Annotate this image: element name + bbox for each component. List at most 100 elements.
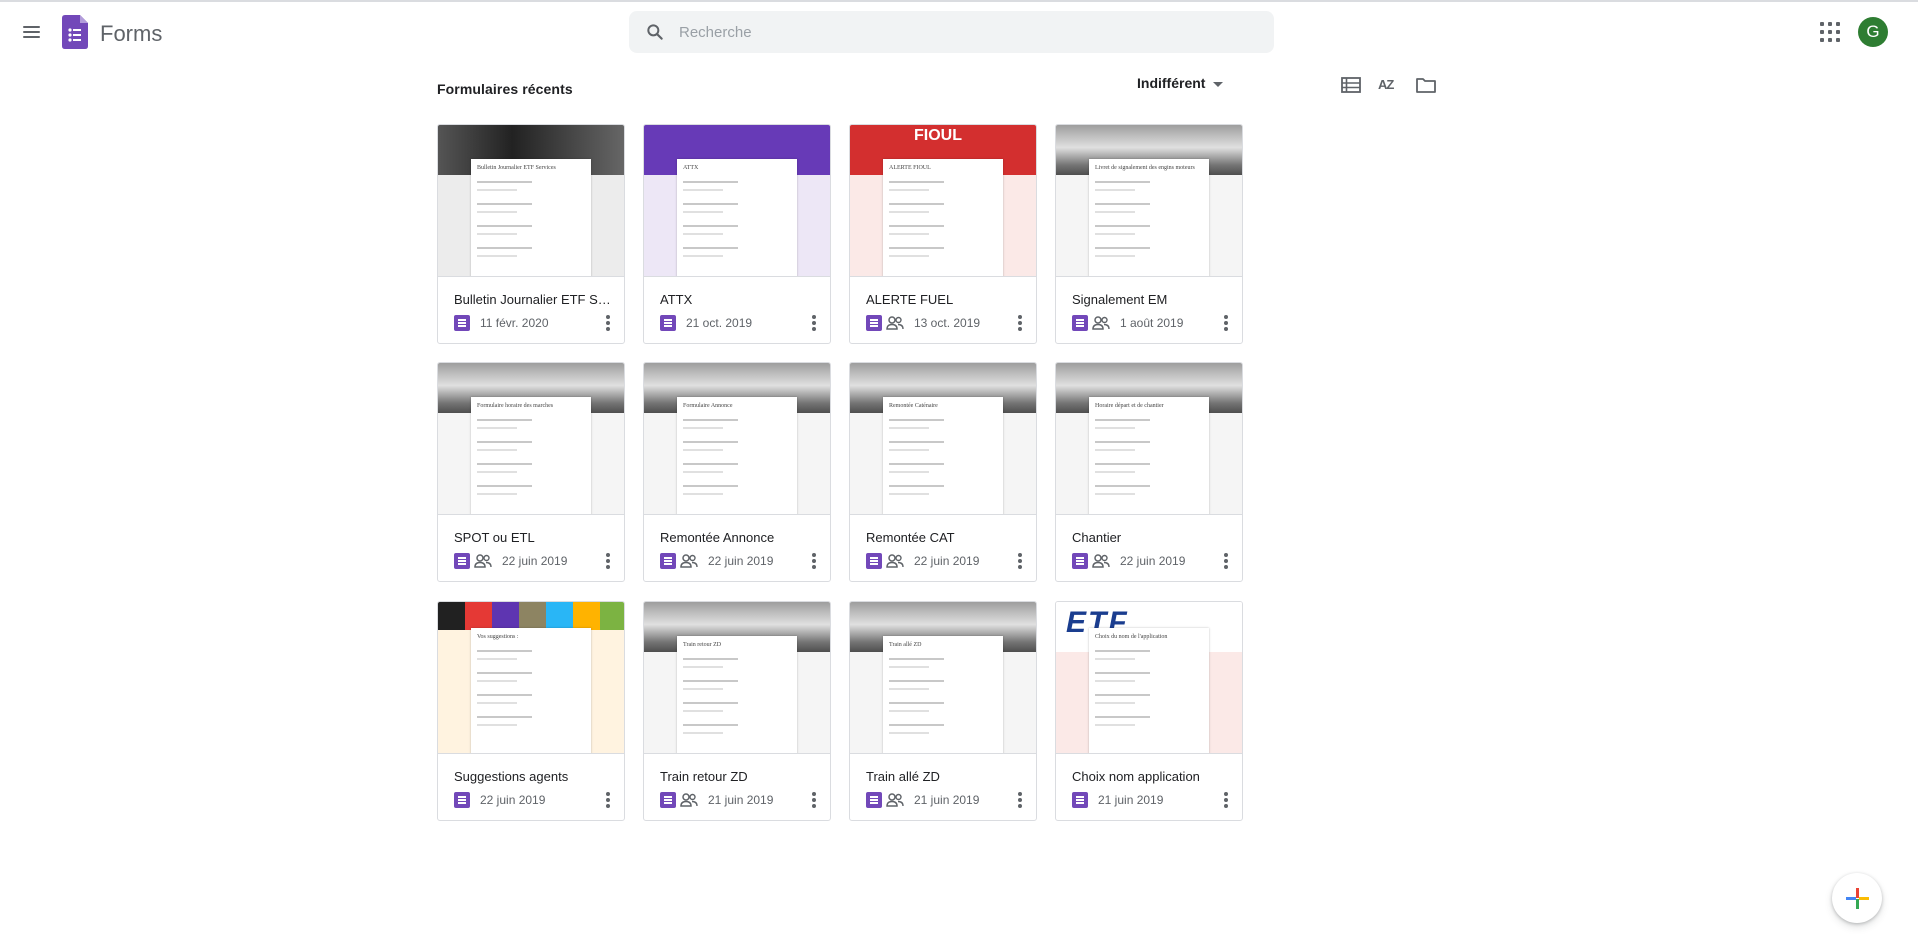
form-thumbnail[interactable]: Train retour ZD	[644, 602, 830, 754]
thumbnail-page: Choix du nom de l'application	[1089, 628, 1209, 753]
google-apps-icon[interactable]	[1818, 20, 1842, 44]
more-options-icon[interactable]	[1216, 549, 1236, 573]
form-meta: 1 août 2019	[1072, 313, 1183, 333]
search-bar[interactable]	[629, 11, 1274, 53]
form-meta: 21 juin 2019	[660, 790, 773, 810]
form-title: Suggestions agents	[454, 769, 569, 784]
thumbnail-form-title: ALERTE FIOUL	[889, 165, 931, 171]
search-icon[interactable]	[645, 22, 665, 42]
list-view-icon[interactable]	[1339, 73, 1363, 97]
form-thumbnail[interactable]: Formulaire Annonce	[644, 363, 830, 515]
form-thumbnail[interactable]: ATTX	[644, 125, 830, 277]
thumbnail-form-title: Formulaire horaire des marches	[477, 403, 554, 409]
thumbnail-page: Horaire départ et de chantier	[1089, 397, 1209, 514]
form-meta: 13 oct. 2019	[866, 313, 980, 333]
new-form-button[interactable]	[1832, 873, 1882, 923]
forms-file-icon	[660, 792, 676, 808]
more-options-icon[interactable]	[1010, 549, 1030, 573]
shared-people-icon	[886, 316, 904, 330]
form-card[interactable]: Remontée Caténaire Remontée CAT 22 juin 20…	[849, 362, 1037, 582]
forms-file-icon	[454, 792, 470, 808]
form-date: 22 juin 2019	[480, 793, 546, 807]
form-title: ATTX	[660, 292, 693, 307]
forms-file-icon	[1072, 792, 1088, 808]
form-card[interactable]: ETF Choix du nom de l'application Choix no…	[1055, 601, 1243, 821]
more-options-icon[interactable]	[1010, 311, 1030, 335]
form-card[interactable]: Train retour ZD Train retour ZD 21 juin 20…	[643, 601, 831, 821]
form-meta: 22 juin 2019	[1072, 551, 1185, 571]
form-thumbnail[interactable]: Train allé ZD	[850, 602, 1036, 754]
more-options-icon[interactable]	[1010, 788, 1030, 812]
main-menu-button[interactable]	[18, 18, 46, 46]
form-date: 21 oct. 2019	[686, 316, 753, 330]
account-avatar[interactable]: G	[1858, 17, 1888, 47]
form-thumbnail[interactable]: ETF Choix du nom de l'application	[1056, 602, 1242, 754]
thumbnail-form-title: Choix du nom de l'application	[1095, 634, 1168, 640]
thumbnail-form-title: Horaire départ et de chantier	[1095, 403, 1164, 409]
form-meta: 21 oct. 2019	[660, 313, 752, 333]
form-thumbnail[interactable]: Horaire départ et de chantier	[1056, 363, 1242, 515]
thumbnail-page: Livret de signalement des engins moteurs	[1089, 159, 1209, 276]
more-options-icon[interactable]	[804, 549, 824, 573]
search-input[interactable]	[679, 11, 1259, 53]
shared-people-icon	[474, 554, 492, 568]
form-card[interactable]: Horaire départ et de chantier Chantier 22 …	[1055, 362, 1243, 582]
forms-file-icon	[454, 553, 470, 569]
form-card[interactable]: Formulaire horaire des marches SPOT ou ET…	[437, 362, 625, 582]
form-thumbnail[interactable]: FIOUL ALERTE FIOUL	[850, 125, 1036, 277]
forms-file-icon	[866, 792, 882, 808]
form-thumbnail[interactable]: Vos suggestions :	[438, 602, 624, 754]
more-options-icon[interactable]	[598, 311, 618, 335]
more-options-icon[interactable]	[804, 311, 824, 335]
form-card[interactable]: ATTX ATTX 21 oct. 2019	[643, 124, 831, 344]
forms-file-icon	[1072, 553, 1088, 569]
forms-file-icon	[866, 315, 882, 331]
forms-file-icon	[660, 553, 676, 569]
form-meta: 21 juin 2019	[1072, 790, 1163, 810]
form-title: Chantier	[1072, 530, 1122, 545]
thumbnail-page: Train allé ZD	[883, 636, 1003, 753]
form-meta: 22 juin 2019	[866, 551, 979, 571]
shared-people-icon	[680, 793, 698, 807]
thumbnail-form-title: Formulaire Annonce	[683, 403, 733, 409]
more-options-icon[interactable]	[804, 788, 824, 812]
form-card[interactable]: Train allé ZD Train allé ZD 21 juin 2019	[849, 601, 1037, 821]
thumbnail-form-title: Train allé ZD	[889, 642, 922, 648]
form-thumbnail[interactable]: Bulletin Journalier ETF Services	[438, 125, 624, 277]
more-options-icon[interactable]	[598, 549, 618, 573]
forms-file-icon	[454, 315, 470, 331]
form-card[interactable]: Bulletin Journalier ETF Services Bulletin…	[437, 124, 625, 344]
shared-people-icon	[886, 793, 904, 807]
shared-people-icon	[1092, 554, 1110, 568]
form-date: 22 juin 2019	[502, 554, 568, 568]
folder-icon[interactable]	[1414, 73, 1438, 97]
form-thumbnail[interactable]: Remontée Caténaire	[850, 363, 1036, 515]
more-options-icon[interactable]	[1216, 311, 1236, 335]
form-card[interactable]: Livret de signalement des engins moteurs…	[1055, 124, 1243, 344]
more-options-icon[interactable]	[1216, 788, 1236, 812]
form-meta: 21 juin 2019	[866, 790, 979, 810]
form-card[interactable]: Vos suggestions : Suggestions agents 22 ju…	[437, 601, 625, 821]
form-card[interactable]: Formulaire Annonce Remontée Annonce 22 jui…	[643, 362, 831, 582]
form-thumbnail[interactable]: Formulaire horaire des marches	[438, 363, 624, 515]
form-meta: 22 juin 2019	[454, 790, 545, 810]
form-date: 21 juin 2019	[914, 793, 980, 807]
form-title: Bulletin Journalier ETF Services	[454, 292, 614, 307]
form-title: Remontée Annonce	[660, 530, 775, 545]
forms-logo-icon[interactable]	[62, 15, 88, 49]
form-thumbnail[interactable]: Livret de signalement des engins moteurs	[1056, 125, 1242, 277]
form-title: Choix nom application	[1072, 769, 1200, 784]
form-title: Train allé ZD	[866, 769, 940, 784]
app-name[interactable]: Forms	[100, 21, 162, 47]
forms-file-icon	[866, 553, 882, 569]
form-date: 21 juin 2019	[708, 793, 774, 807]
form-card[interactable]: FIOUL ALERTE FIOUL ALERTE FUEL 13 oct. 2019	[849, 124, 1037, 344]
recent-forms-heading: Formulaires récents	[437, 81, 573, 97]
thumbnail-page: Train retour ZD	[677, 636, 797, 753]
shared-people-icon	[886, 554, 904, 568]
sort-az-icon[interactable]: AZ	[1378, 77, 1394, 92]
thumbnail-form-title: Vos suggestions :	[477, 634, 519, 640]
form-meta: 22 juin 2019	[454, 551, 567, 571]
more-options-icon[interactable]	[598, 788, 618, 812]
owner-filter-dropdown[interactable]: Indifférent	[1137, 75, 1224, 95]
